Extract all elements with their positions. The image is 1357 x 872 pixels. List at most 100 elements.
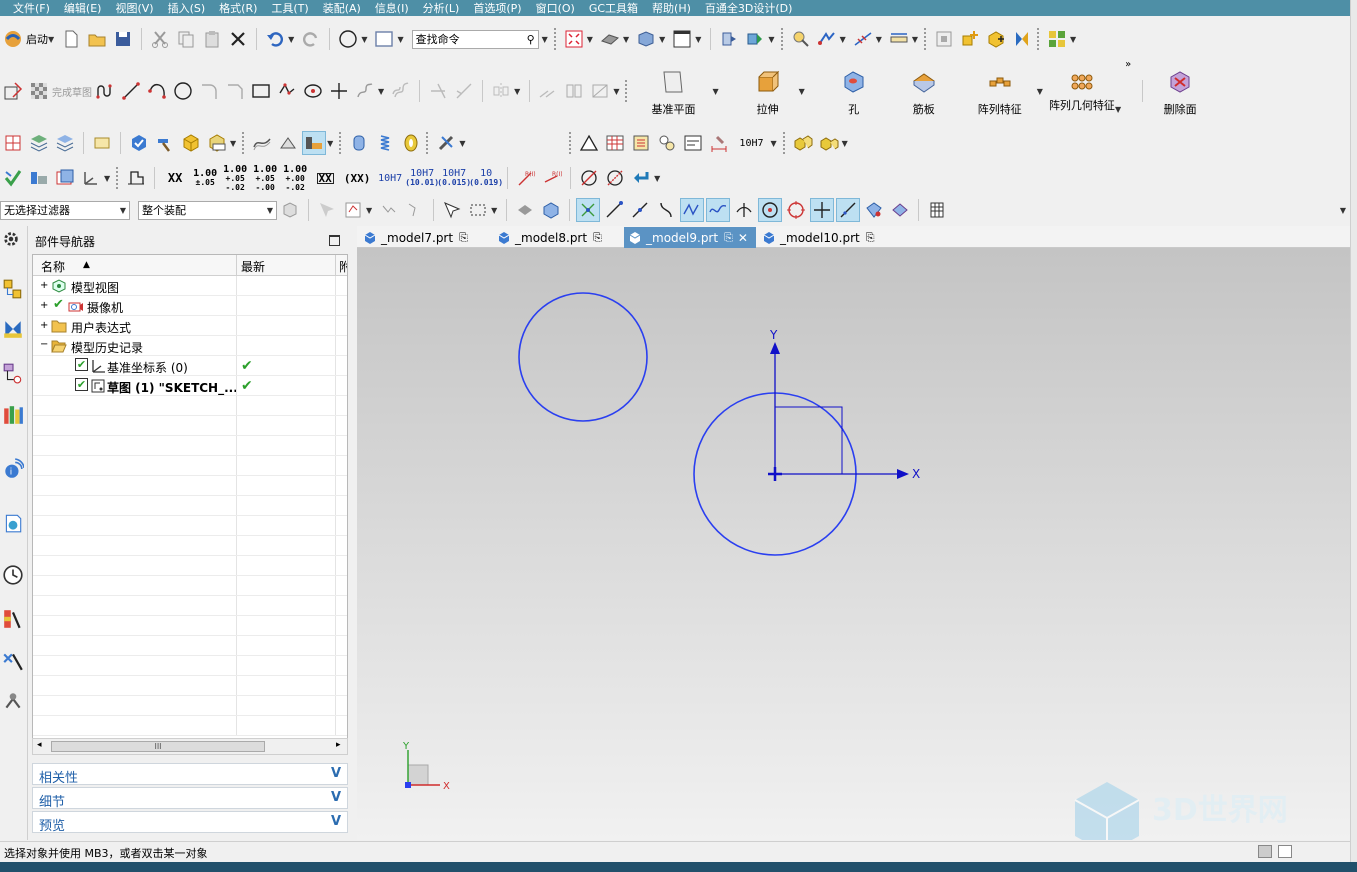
- pattern-feature-dropdown-icon[interactable]: ▼: [1037, 87, 1043, 96]
- close-tab-icon[interactable]: ✕: [738, 231, 748, 245]
- drawing-sheet-icon[interactable]: [2, 132, 24, 154]
- basic-dimension-icon[interactable]: XX: [312, 167, 338, 189]
- surface-tool-active-icon[interactable]: [302, 131, 327, 155]
- reuse-library-icon[interactable]: [1046, 28, 1068, 50]
- tree-row[interactable]: + 模型视图: [33, 276, 347, 296]
- abs-part-icon[interactable]: [206, 132, 228, 154]
- parts-list-icon[interactable]: [630, 132, 652, 154]
- toolbar-grip[interactable]: [339, 132, 343, 154]
- assembly-constraint-icon[interactable]: [1011, 28, 1033, 50]
- finish-sketch-label[interactable]: 完成草图: [52, 84, 92, 99]
- toolbar-grip[interactable]: [242, 132, 246, 154]
- start-icon[interactable]: [2, 28, 24, 50]
- extrude-button[interactable]: 拉伸: [737, 65, 799, 117]
- pattern-feature-button[interactable]: 阵列特征: [963, 65, 1037, 117]
- spring-icon[interactable]: [374, 132, 396, 154]
- measure-dropdown-icon[interactable]: ▼: [840, 35, 846, 44]
- title-block-icon[interactable]: [682, 132, 704, 154]
- new-file-icon[interactable]: [60, 28, 82, 50]
- shape-dropdown-icon[interactable]: ▼: [361, 35, 367, 44]
- preview-panel-header[interactable]: 预览 V: [32, 811, 348, 834]
- fit-tolerance-values-icon[interactable]: 10H7 (0.015): [437, 167, 471, 189]
- select-curve-dropdown-icon[interactable]: ▼: [366, 206, 372, 215]
- snap-end-point-icon[interactable]: [603, 199, 625, 221]
- system-materials-icon[interactable]: [2, 608, 24, 630]
- snap-body-icon[interactable]: [540, 199, 562, 221]
- finish-sketch-icon[interactable]: [28, 80, 50, 102]
- full-screen-icon[interactable]: [1278, 845, 1292, 858]
- menu-help[interactable]: 帮助(H): [645, 0, 698, 16]
- abs-dropdown-icon[interactable]: ▼: [230, 139, 236, 148]
- symmetric-tolerance-icon[interactable]: 1.00 ±.05: [192, 167, 218, 189]
- part-icon[interactable]: [180, 132, 202, 154]
- mirror-curve-icon[interactable]: [490, 80, 512, 102]
- selection-filter-select[interactable]: 无选择过滤器 ▼: [0, 200, 130, 220]
- bearing-icon[interactable]: [400, 132, 422, 154]
- tab-model9[interactable]: _model9.prt ⎘ ✕: [624, 227, 756, 248]
- snap-on-face-icon[interactable]: [863, 199, 885, 221]
- pattern-geometry-dropdown-icon[interactable]: ▼: [1115, 105, 1121, 114]
- toolbar-grip[interactable]: [1037, 28, 1041, 50]
- ellipse-icon[interactable]: [302, 80, 324, 102]
- section-dropdown-icon[interactable]: ▼: [768, 35, 774, 44]
- process-studio-icon[interactable]: [2, 650, 24, 672]
- triangle-annotation-icon[interactable]: [578, 132, 600, 154]
- expand-icon[interactable]: +: [40, 300, 48, 311]
- csys-tool-icon[interactable]: [80, 167, 102, 189]
- return-arrow-icon[interactable]: [630, 167, 652, 189]
- fit-limits-icon[interactable]: 10H7 (10.01): [405, 167, 439, 189]
- column-header-latest[interactable]: 最新: [241, 258, 265, 275]
- dependencies-panel-header[interactable]: 相关性 V: [32, 763, 348, 786]
- menu-insert[interactable]: 插入(S): [161, 0, 213, 16]
- visibility-checkbox[interactable]: ✔: [75, 358, 88, 371]
- surface-icon[interactable]: [251, 132, 273, 154]
- menu-analysis[interactable]: 分析(L): [416, 0, 467, 16]
- nominal-dimension-icon[interactable]: XX: [162, 167, 188, 189]
- studio-spline-icon[interactable]: [354, 80, 376, 102]
- orient-dropdown-icon[interactable]: ▼: [659, 35, 665, 44]
- start-label[interactable]: 启动: [26, 31, 48, 47]
- snap-existing-point-icon[interactable]: [810, 198, 835, 222]
- diameter-edit-icon[interactable]: [604, 167, 626, 189]
- curve-analysis-icon[interactable]: [852, 28, 874, 50]
- layer-move-icon[interactable]: [54, 132, 76, 154]
- rectangle-icon[interactable]: [250, 80, 272, 102]
- note-icon[interactable]: [91, 132, 113, 154]
- radius-dimension-icon[interactable]: R(I): [515, 167, 537, 189]
- extend-icon[interactable]: [453, 80, 475, 102]
- layer-settings-icon[interactable]: [28, 132, 50, 154]
- snap-tangent-icon[interactable]: [733, 199, 755, 221]
- fit-deviation-icon[interactable]: 10 (0.019): [469, 167, 503, 189]
- ruler-dropdown-icon[interactable]: ▼: [912, 35, 918, 44]
- snap-mid-point-icon[interactable]: [629, 199, 651, 221]
- fastener-icon[interactable]: [818, 132, 840, 154]
- rectangle-select-icon[interactable]: [467, 199, 489, 221]
- curve-analysis-dropdown-icon[interactable]: ▼: [876, 35, 882, 44]
- toolbar-overflow-icon[interactable]: »: [1125, 59, 1137, 70]
- edit-section-icon[interactable]: [744, 28, 766, 50]
- open-folder-icon[interactable]: [86, 28, 108, 50]
- collapse-icon[interactable]: −: [40, 339, 48, 350]
- menu-tools[interactable]: 工具(T): [264, 0, 315, 16]
- menu-baitong-3d[interactable]: 百通全3D设计(D): [698, 0, 800, 16]
- scroll-left-icon[interactable]: ◂: [37, 740, 42, 750]
- hammer-tool-icon[interactable]: [154, 132, 176, 154]
- measure-icon[interactable]: [816, 28, 838, 50]
- snap-settings-icon[interactable]: [514, 199, 536, 221]
- selection-bar-overflow-icon[interactable]: ▼: [1340, 206, 1346, 215]
- expand-icon[interactable]: +: [40, 280, 48, 291]
- column-header-name[interactable]: 名称: [41, 258, 65, 275]
- reference-dimension-icon[interactable]: (XX): [342, 167, 372, 189]
- cylinder-icon[interactable]: [348, 132, 370, 154]
- filter-settings-icon[interactable]: [279, 199, 301, 221]
- selection-scope-select[interactable]: 整个装配 ▼: [138, 200, 277, 220]
- paste-icon[interactable]: [201, 28, 223, 50]
- csys-dropdown-icon[interactable]: ▼: [104, 174, 110, 183]
- return-dropdown-icon[interactable]: ▼: [654, 174, 660, 183]
- menu-view[interactable]: 视图(V): [108, 0, 160, 16]
- baseline-dimension-icon[interactable]: [125, 167, 147, 189]
- lower-tolerance-icon[interactable]: 1.00 +.00 -.02: [282, 164, 308, 192]
- ruler-icon[interactable]: [888, 28, 910, 50]
- table-icon[interactable]: [604, 132, 626, 154]
- dimension-tool-icon[interactable]: [708, 132, 730, 154]
